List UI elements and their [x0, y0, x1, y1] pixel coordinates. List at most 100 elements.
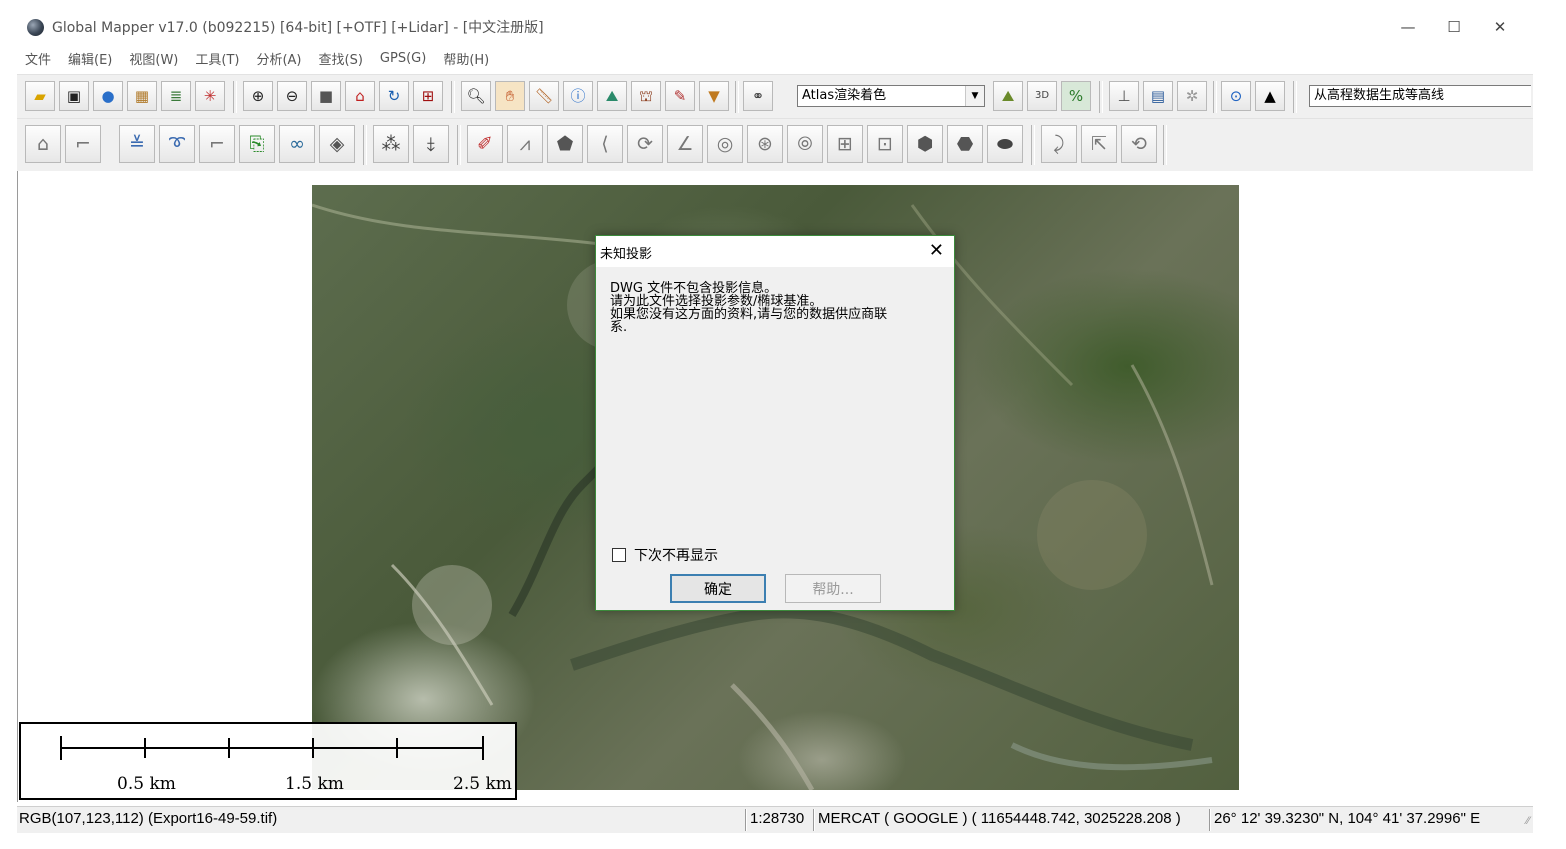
add-vertex-icon[interactable]: ⌐: [199, 125, 235, 163]
lat-lon-readout: 26° 12' 39.3230" N, 104° 41' 37.2996" E: [1214, 810, 1481, 827]
menu-search[interactable]: 查找(S): [319, 49, 363, 68]
chevron-down-icon[interactable]: ▼: [965, 86, 984, 106]
extend-line-icon[interactable]: ⇱: [1081, 125, 1117, 163]
toolbar-separator: [233, 81, 237, 113]
home-icon[interactable]: ⌂: [345, 81, 375, 111]
scale-label: 1.5 km: [285, 774, 344, 794]
menu-help[interactable]: 帮助(H): [443, 49, 489, 68]
lidar-icon[interactable]: ✲: [1177, 81, 1207, 111]
toolbar-separator: [735, 81, 739, 113]
menu-gps[interactable]: GPS(G): [380, 51, 426, 66]
info-tool-icon[interactable]: ⓘ: [563, 81, 593, 111]
digitizer-toolbar: ⌂ ⌐ ≚ ➰︎ ⌐ ⎘ ∞ ◈ ⁂ ⤈ ✐ ⩘ ⬟ ⟨ ⟳ ∠ ◎ ⊛ ⦾ ⊞…: [17, 118, 1533, 172]
path-profile-icon[interactable]: ⊥: [1109, 81, 1139, 111]
edit-line-icon[interactable]: ≚: [119, 125, 155, 163]
zoom-in-icon[interactable]: ⊕: [243, 81, 273, 111]
help-button[interactable]: 帮助...: [785, 574, 881, 603]
tower-icon[interactable]: ⛫︎: [631, 81, 661, 111]
terrain-shade-icon[interactable]: ⛰︎: [993, 81, 1023, 111]
scale-bar: 0.5 km 1.5 km 2.5 km: [19, 722, 517, 800]
catalog-icon[interactable]: ▦: [127, 81, 157, 111]
close-icon[interactable]: ✕: [929, 240, 944, 261]
move-vertex-icon[interactable]: ⁂: [373, 125, 409, 163]
toolbar-separator: [1099, 81, 1103, 113]
north-arrow-icon[interactable]: ▲: [1255, 81, 1285, 111]
status-separator: [813, 809, 815, 831]
solid-area-icon[interactable]: ⬬: [987, 125, 1023, 163]
message-line: 系.: [610, 320, 628, 335]
checkbox-box[interactable]: [612, 548, 626, 562]
close-window-button[interactable]: ✕: [1477, 8, 1523, 46]
create-area-icon[interactable]: ⌂: [25, 125, 61, 163]
view-3d-icon[interactable]: 3D: [1027, 81, 1057, 111]
vertex-chain-icon[interactable]: ⤸: [1041, 125, 1077, 163]
projection-info: MERCAT ( GOOGLE ) ( 11654448.742, 302522…: [818, 810, 1181, 827]
app-globe-icon: [27, 18, 44, 36]
binoculars-icon[interactable]: ⚭: [743, 81, 773, 111]
contour-action-value: 从高程数据生成等高线: [1314, 88, 1445, 103]
maximize-button[interactable]: ☐: [1431, 8, 1477, 46]
toolbar-separator: [457, 125, 461, 165]
view-shed-icon[interactable]: ▤: [1143, 81, 1173, 111]
digitizer-icon[interactable]: ✎: [665, 81, 695, 111]
dropdown-tool-icon[interactable]: ▼: [699, 81, 729, 111]
buffer-icon[interactable]: ∞: [279, 125, 315, 163]
dashed-area-icon[interactable]: ⦾: [787, 125, 823, 163]
gps-target-icon[interactable]: ⊙: [1221, 81, 1251, 111]
grid-area-icon[interactable]: ◈: [319, 125, 355, 163]
zoom-out-icon[interactable]: ⊖: [277, 81, 307, 111]
create-line-icon[interactable]: ⌐: [65, 125, 101, 163]
refresh-icon[interactable]: ↻: [379, 81, 409, 111]
globe-icon[interactable]: ●: [93, 81, 123, 111]
message-line: 如果您没有这方面的资料,请与您的数据供应商联: [610, 307, 888, 322]
toolbar-separator: [363, 125, 367, 165]
map-scale: 1:28730: [750, 810, 805, 827]
smooth-line-icon[interactable]: ⩘: [507, 125, 543, 163]
union-area-icon[interactable]: ⊛: [747, 125, 783, 163]
crop-area-icon[interactable]: ⬢: [907, 125, 943, 163]
menu-view[interactable]: 视图(W): [129, 49, 178, 68]
status-separator: [745, 809, 747, 831]
open-folder-icon[interactable]: ▰: [25, 81, 55, 111]
profile-icon[interactable]: ⛰︎: [597, 81, 627, 111]
main-toolbar: ▰ ▣ ● ▦ ≣ ✳ ⊕ ⊖ ■ ⌂ ↻ ⊞ 🔍︎ ✋︎ 📏︎ ⓘ ⛰︎ ⛫︎…: [17, 74, 1533, 119]
grid-view-icon[interactable]: ⊞: [413, 81, 443, 111]
dialog-titlebar: 未知投影 ✕: [596, 236, 954, 267]
toolbar-separator: [1163, 125, 1167, 165]
transparency-icon[interactable]: %: [1061, 81, 1091, 111]
resize-grip-icon[interactable]: ⁄⁄: [1526, 815, 1530, 827]
ok-button[interactable]: 确定: [670, 574, 766, 603]
path-select-icon[interactable]: ⟨: [587, 125, 623, 163]
config-icon[interactable]: ✳: [195, 81, 225, 111]
minimize-button[interactable]: —: [1385, 8, 1431, 46]
spiral-icon[interactable]: ➰︎: [159, 125, 195, 163]
menu-analysis[interactable]: 分析(A): [256, 49, 301, 68]
intersect-icon[interactable]: ⊡: [867, 125, 903, 163]
grid-split-icon[interactable]: ⊞: [827, 125, 863, 163]
hole-area-icon[interactable]: ◎: [707, 125, 743, 163]
layers-icon[interactable]: ≣: [161, 81, 191, 111]
reverse-line-icon[interactable]: ⟲: [1121, 125, 1157, 163]
shader-select-value: Atlas渲染着色: [802, 88, 887, 103]
save-icon[interactable]: ▣: [59, 81, 89, 111]
fill-area-icon[interactable]: ⬟: [547, 125, 583, 163]
pan-icon[interactable]: ■: [311, 81, 341, 111]
split-line-icon[interactable]: ⤈: [413, 125, 449, 163]
shader-select[interactable]: Atlas渲染着色 ▼: [797, 85, 985, 107]
measure-icon[interactable]: 📏︎: [529, 81, 559, 111]
draw-line-icon[interactable]: ✐: [467, 125, 503, 163]
merge-area-icon[interactable]: ⬣: [947, 125, 983, 163]
angle-tool-icon[interactable]: ∠: [667, 125, 703, 163]
dont-show-again-checkbox[interactable]: 下次不再显示: [612, 545, 718, 565]
contour-action-select[interactable]: 从高程数据生成等高线: [1309, 85, 1531, 107]
coded-feature-icon[interactable]: ⎘: [239, 125, 275, 163]
hand-tool-icon[interactable]: ✋︎: [495, 81, 525, 111]
rotate-feature-icon[interactable]: ⟳: [627, 125, 663, 163]
zoom-tool-icon[interactable]: 🔍︎: [461, 81, 491, 111]
status-bar: RGB(107,123,112) (Export16-49-59.tif) 1:…: [17, 806, 1533, 833]
unknown-projection-dialog: 未知投影 ✕ DWG 文件不包含投影信息。 请为此文件选择投影参数/椭球基准。 …: [595, 235, 955, 611]
menu-tools[interactable]: 工具(T): [195, 49, 239, 68]
menu-edit[interactable]: 编辑(E): [68, 49, 112, 68]
toolbar-separator: [1293, 81, 1297, 113]
menu-file[interactable]: 文件: [25, 49, 51, 68]
